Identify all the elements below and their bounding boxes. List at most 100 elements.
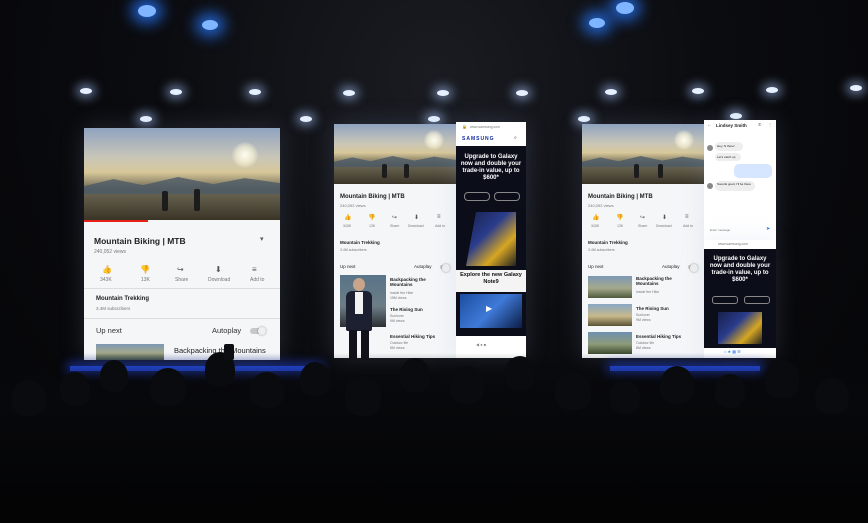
download-label: Download xyxy=(408,224,424,228)
playlist-meta: Inside the Hike xyxy=(636,290,660,294)
rider xyxy=(658,164,663,178)
autoplay-label: Autoplay xyxy=(212,326,242,335)
like-count: 343K xyxy=(591,224,600,228)
playlist-title[interactable]: Backpacking the Mountains xyxy=(636,276,690,286)
view-count: 240,052 views xyxy=(588,203,614,208)
video-title: Mountain Biking | MTB xyxy=(588,194,653,200)
promo-headline: Upgrade to Galaxy now and double your tr… xyxy=(460,154,522,181)
channel-name[interactable]: Mountain Trekking xyxy=(340,240,380,245)
rider xyxy=(404,164,409,178)
nav-bar-icons[interactable]: ◀ ● ■ xyxy=(476,342,486,347)
search-icon[interactable]: ⌕ xyxy=(514,135,517,141)
dislike-icon[interactable]: 👎 xyxy=(140,265,150,274)
lock-icon: 🔒 xyxy=(462,124,467,129)
video-title: Mountain Biking | MTB xyxy=(94,236,186,246)
add-to-icon[interactable]: ≡ xyxy=(252,265,257,274)
channel-name[interactable]: Mountain Trekking xyxy=(96,296,149,302)
like-icon[interactable]: 👍 xyxy=(102,265,112,274)
stage-light xyxy=(300,116,312,122)
autoplay-toggle[interactable] xyxy=(250,327,266,335)
call-icon[interactable]: ✆ xyxy=(758,122,761,127)
share-label: Share xyxy=(175,277,189,283)
chevron-down-icon[interactable]: ▾ xyxy=(260,235,264,243)
download-icon[interactable]: ⬇ xyxy=(662,214,667,221)
promo-button[interactable] xyxy=(744,296,770,304)
playlist-meta: Sunlover xyxy=(390,314,404,318)
playlist-meta: 9M views xyxy=(636,318,651,322)
promo-button[interactable] xyxy=(464,192,490,201)
channel-name[interactable]: Mountain Trekking xyxy=(588,240,628,245)
screen-video-app: Mountain Biking | MTB ▾ 240,052 views 👍 … xyxy=(84,128,280,360)
stage-light xyxy=(170,89,182,95)
like-count: 343K xyxy=(100,277,112,283)
subscriber-count: 3.4M subscribers xyxy=(96,306,131,311)
view-count: 240,052 views xyxy=(340,203,366,208)
playlist-title[interactable]: Backpacking the Mountains xyxy=(390,277,442,287)
share-icon[interactable]: ↪ xyxy=(640,214,645,221)
rider xyxy=(634,164,639,178)
dislike-count: 13K xyxy=(617,224,624,228)
promo-subheadline: Explore the new Galaxy Note9 xyxy=(460,272,522,285)
video-player[interactable] xyxy=(582,124,704,184)
playlist-title[interactable]: Essential Hiking Tips xyxy=(390,334,435,339)
stage-light xyxy=(140,116,152,122)
download-icon[interactable]: ⬇ xyxy=(215,265,222,274)
presenter xyxy=(344,278,374,360)
stage-light xyxy=(437,90,449,96)
up-next-label: Up next xyxy=(96,326,122,335)
playlist-title[interactable]: Essential Hiking Tips xyxy=(636,334,681,339)
url-bar[interactable]: www.samsung.com xyxy=(470,125,500,129)
stage-light xyxy=(692,88,704,94)
playlist-thumbnail[interactable] xyxy=(588,276,632,298)
up-next-label: Up next xyxy=(340,264,356,269)
contact-name: Lindsey Smith xyxy=(716,123,747,128)
promo-button[interactable] xyxy=(712,296,738,304)
like-icon[interactable]: 👍 xyxy=(592,214,599,221)
stage-light xyxy=(428,116,440,122)
screen-split-browser: www.samsung.com 🔒 SAMSUNG ⌕ Upgrade to G… xyxy=(456,122,526,358)
share-icon[interactable]: ↪ xyxy=(392,214,397,221)
stage-light xyxy=(80,88,92,94)
add-to-label: Add to xyxy=(683,224,694,228)
up-next-label: Up next xyxy=(588,264,604,269)
like-icon[interactable]: 👍 xyxy=(344,214,351,221)
playlist-thumbnail[interactable] xyxy=(588,304,632,326)
dislike-icon[interactable]: 👎 xyxy=(368,214,375,221)
promo-button[interactable] xyxy=(494,192,520,201)
playlist-meta: Inside the Hike xyxy=(390,291,414,295)
autoplay-toggle[interactable] xyxy=(688,264,698,272)
avatar xyxy=(707,183,713,189)
stage-light xyxy=(730,113,742,119)
message-input[interactable]: Enter message xyxy=(710,228,730,232)
message-bubble-sent xyxy=(734,164,772,178)
progress-bar[interactable] xyxy=(84,220,148,222)
stage-light xyxy=(605,89,617,95)
playlist-meta: 8M views xyxy=(390,346,405,350)
download-icon[interactable]: ⬇ xyxy=(414,214,419,221)
view-count: 240,052 views xyxy=(94,249,126,255)
dislike-icon[interactable]: 👎 xyxy=(616,214,623,221)
playlist-thumbnail[interactable] xyxy=(588,332,632,354)
playlist-title[interactable]: The Rising Sun xyxy=(390,307,423,312)
share-icon[interactable]: ↪ xyxy=(177,265,184,274)
playlist-title[interactable]: The Rising Sun xyxy=(636,306,669,311)
more-icon[interactable]: ⋮ xyxy=(768,122,772,127)
stage-light xyxy=(850,85,862,91)
share-label: Share xyxy=(638,224,648,228)
play-icon[interactable]: ▶ xyxy=(486,304,492,313)
add-to-icon[interactable]: ≡ xyxy=(685,214,689,220)
url-bar[interactable]: www.samsung.com xyxy=(718,242,748,246)
phone-image xyxy=(466,212,516,266)
subscriber-count: 3.4M subscribers xyxy=(588,248,615,252)
autoplay-toggle[interactable] xyxy=(440,264,450,272)
send-icon[interactable]: ➤ xyxy=(766,226,770,232)
back-arrow-icon[interactable]: ← xyxy=(707,122,712,128)
video-player[interactable] xyxy=(334,124,456,184)
promo-banner[interactable]: Upgrade to Galaxy now and double your tr… xyxy=(456,146,526,336)
video-player[interactable] xyxy=(84,128,280,220)
add-to-icon[interactable]: ≡ xyxy=(437,214,441,220)
phone-image xyxy=(718,312,762,344)
playlist-meta: 15M views xyxy=(390,296,407,300)
playlist-meta: 9M views xyxy=(390,319,405,323)
subscriber-count: 3.4M subscribers xyxy=(340,248,367,252)
